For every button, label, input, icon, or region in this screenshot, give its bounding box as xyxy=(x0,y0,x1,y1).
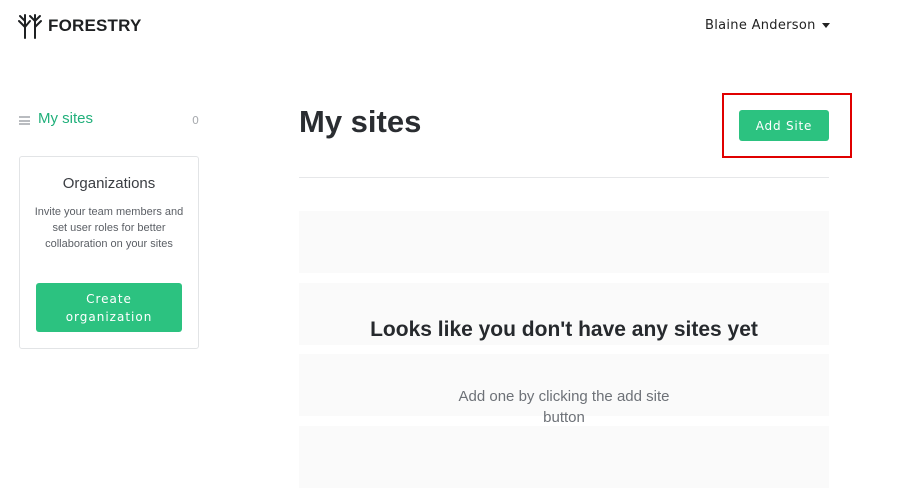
forestry-tree-logo-icon xyxy=(18,14,42,39)
add-site-button[interactable]: Add Site xyxy=(739,110,829,141)
placeholder-row xyxy=(299,211,829,273)
page-title: My sites xyxy=(299,104,422,139)
user-name: Blaine Anderson xyxy=(705,18,816,33)
divider xyxy=(299,177,829,178)
sidebar-item-label: My sites xyxy=(38,110,94,127)
sites-count: 0 xyxy=(192,114,199,127)
placeholder-row xyxy=(299,426,829,488)
empty-state-title: Looks like you don't have any sites yet xyxy=(370,318,758,341)
sidebar-item-my-sites[interactable]: My sites 0 xyxy=(19,110,200,132)
empty-state-subtitle: Add one by clicking the add site button xyxy=(458,388,670,426)
chevron-down-icon xyxy=(821,23,830,28)
create-organization-button[interactable]: Create organization xyxy=(36,283,182,332)
top-bar: FORESTRY Blaine Anderson xyxy=(0,0,901,56)
organizations-card: Organizations Invite your team members a… xyxy=(19,156,199,349)
list-icon xyxy=(19,116,30,125)
forestry-logo[interactable]: FORESTRY xyxy=(18,12,142,40)
logo-text: FORESTRY xyxy=(48,16,142,35)
organizations-title: Organizations xyxy=(62,175,156,192)
organizations-description: Invite your team members and set user ro… xyxy=(34,206,184,250)
user-menu[interactable]: Blaine Anderson xyxy=(705,18,830,33)
